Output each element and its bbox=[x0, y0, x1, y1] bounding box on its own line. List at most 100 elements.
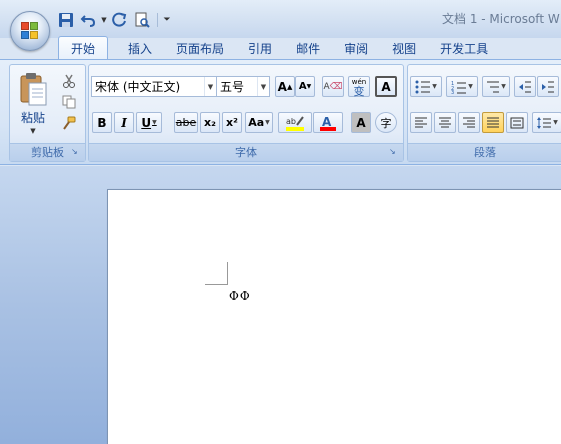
paste-dropdown-icon[interactable]: ▼ bbox=[16, 127, 50, 135]
font-color-icon: A bbox=[320, 115, 336, 131]
underline-label: U bbox=[141, 115, 152, 130]
distribute-button[interactable] bbox=[506, 112, 528, 133]
decrease-indent-icon bbox=[519, 81, 531, 92]
highlighter-icon: ab bbox=[286, 115, 304, 131]
decrease-indent-button[interactable] bbox=[514, 76, 536, 97]
font-group: 宋体 (中文正文) ▼ 五号 ▼ A▲ A▼ A⌫ wén 变 A B I bbox=[88, 64, 404, 162]
tab-mailings[interactable]: 邮件 bbox=[284, 36, 332, 60]
underline-dropdown-icon[interactable]: ▼ bbox=[152, 119, 157, 126]
customize-icon[interactable]: ⏷ bbox=[163, 15, 171, 25]
bold-button[interactable]: B bbox=[92, 112, 112, 133]
align-center-button[interactable] bbox=[434, 112, 456, 133]
tab-insert[interactable]: 插入 bbox=[116, 36, 164, 60]
multilevel-list-icon bbox=[487, 81, 500, 92]
svg-text:ab: ab bbox=[286, 117, 296, 126]
character-border-label: A bbox=[381, 79, 391, 94]
title-bar: ▼ ⏷ 文档 1 - Microsoft W bbox=[0, 0, 561, 38]
quick-access-toolbar: ▼ ⏷ bbox=[56, 10, 171, 30]
text-boundary-corner bbox=[205, 262, 228, 285]
font-color-letter: A bbox=[322, 115, 332, 129]
character-shading-button[interactable]: A bbox=[351, 112, 371, 133]
strikethrough-label: abe bbox=[175, 116, 197, 129]
line-spacing-button[interactable]: ▼ bbox=[532, 112, 561, 133]
change-case-label: Aa bbox=[248, 116, 265, 129]
tab-home[interactable]: 开始 bbox=[58, 36, 109, 60]
bold-label: B bbox=[97, 115, 107, 130]
undo-icon[interactable] bbox=[78, 11, 98, 30]
office-button[interactable] bbox=[10, 11, 50, 51]
tab-view[interactable]: 视图 bbox=[380, 36, 428, 60]
clipboard-launcher-icon[interactable]: ↘ bbox=[71, 147, 81, 157]
paste-label: 粘贴 bbox=[20, 111, 45, 125]
align-center-icon bbox=[439, 117, 451, 127]
enclose-characters-label: 字 bbox=[380, 116, 392, 130]
multilevel-list-button[interactable]: ▼ bbox=[482, 76, 510, 97]
align-right-button[interactable] bbox=[458, 112, 480, 133]
enclose-characters-button[interactable]: 字 bbox=[375, 112, 397, 133]
font-group-label: 字体 bbox=[89, 143, 403, 161]
increase-indent-icon bbox=[542, 81, 554, 92]
tab-developer[interactable]: 开发工具 bbox=[428, 36, 500, 60]
superscript-button[interactable]: x² bbox=[222, 112, 242, 133]
tab-page-layout[interactable]: 页面布局 bbox=[164, 36, 236, 60]
align-left-icon bbox=[415, 117, 427, 127]
redo-icon[interactable] bbox=[110, 11, 130, 30]
phonetic-guide-button[interactable]: wén 变 bbox=[348, 76, 370, 97]
numbering-icon: 123 bbox=[451, 81, 467, 94]
document-text[interactable]: ΦΦ bbox=[229, 289, 251, 303]
highlight-button[interactable]: ab bbox=[278, 112, 312, 133]
numbering-button[interactable]: 1 2 3 ▼ bbox=[446, 76, 478, 97]
paragraph-group: ▼ 1 2 3 ▼ ▼ ▼ 段落 bbox=[407, 64, 561, 162]
tab-references[interactable]: 引用 bbox=[236, 36, 284, 60]
document-area: ΦΦ bbox=[0, 166, 561, 444]
justify-button[interactable] bbox=[482, 112, 504, 133]
font-color-button[interactable]: A bbox=[313, 112, 343, 133]
italic-label: I bbox=[121, 115, 127, 130]
grow-font-label: A bbox=[277, 79, 287, 94]
subscript-button[interactable]: x₂ bbox=[200, 112, 220, 133]
character-border-button[interactable]: A bbox=[375, 76, 397, 97]
clear-format-button[interactable]: A ⌫ bbox=[322, 76, 344, 97]
italic-button[interactable]: I bbox=[114, 112, 134, 133]
print-preview-icon[interactable] bbox=[132, 11, 152, 30]
align-right-icon bbox=[463, 117, 475, 127]
ribbon-tabs: 开始 插入 页面布局 引用 邮件 审阅 视图 开发工具 bbox=[58, 36, 500, 60]
bullets-icon bbox=[415, 80, 431, 93]
window-title: 文档 1 - Microsoft W bbox=[442, 12, 560, 26]
save-icon[interactable] bbox=[56, 11, 76, 30]
format-painter-icon[interactable] bbox=[61, 115, 77, 131]
bullets-button[interactable]: ▼ bbox=[410, 76, 442, 97]
phonetic-char: 变 bbox=[353, 84, 365, 98]
distribute-icon bbox=[510, 117, 524, 128]
character-shading-label: A bbox=[356, 115, 366, 130]
cut-icon[interactable] bbox=[61, 73, 77, 89]
line-spacing-icon bbox=[537, 116, 552, 129]
change-case-dropdown-icon[interactable]: ▼ bbox=[265, 119, 270, 126]
paste-button[interactable]: 粘贴 ▼ bbox=[16, 69, 50, 137]
document-page[interactable]: ΦΦ bbox=[107, 189, 561, 444]
undo-dropdown-icon[interactable]: ▼ bbox=[100, 16, 108, 24]
font-size-value: 五号 bbox=[220, 80, 245, 94]
subscript-label: x₂ bbox=[204, 116, 216, 129]
font-size-dropdown-icon[interactable]: ▼ bbox=[257, 77, 269, 96]
align-left-button[interactable] bbox=[410, 112, 432, 133]
font-name-value: 宋体 (中文正文) bbox=[95, 80, 181, 94]
shrink-font-label: A bbox=[298, 81, 307, 92]
underline-button[interactable]: U ▼ bbox=[136, 112, 162, 133]
superscript-label: x² bbox=[226, 116, 238, 129]
shrink-font-button[interactable]: A ▼ bbox=[295, 76, 315, 97]
ribbon: 粘贴 ▼ 剪贴板 ↘ 宋体 (中文正文) ▼ 五号 ▼ A ▲ A ▼ A ⌫ … bbox=[0, 59, 561, 165]
tab-review[interactable]: 审阅 bbox=[332, 36, 380, 60]
font-launcher-icon[interactable]: ↘ bbox=[389, 147, 399, 157]
font-size-combo[interactable]: 五号 ▼ bbox=[216, 76, 270, 97]
qat-divider bbox=[157, 13, 158, 27]
grow-font-button[interactable]: A ▲ bbox=[275, 76, 295, 97]
change-case-button[interactable]: Aa ▼ bbox=[245, 112, 273, 133]
svg-text:3: 3 bbox=[451, 90, 454, 94]
justify-icon bbox=[487, 117, 499, 127]
increase-indent-button[interactable] bbox=[537, 76, 559, 97]
copy-icon[interactable] bbox=[61, 94, 77, 110]
font-name-combo[interactable]: 宋体 (中文正文) ▼ bbox=[91, 76, 217, 97]
font-name-dropdown-icon[interactable]: ▼ bbox=[204, 77, 216, 96]
strikethrough-button[interactable]: abe bbox=[174, 112, 198, 133]
